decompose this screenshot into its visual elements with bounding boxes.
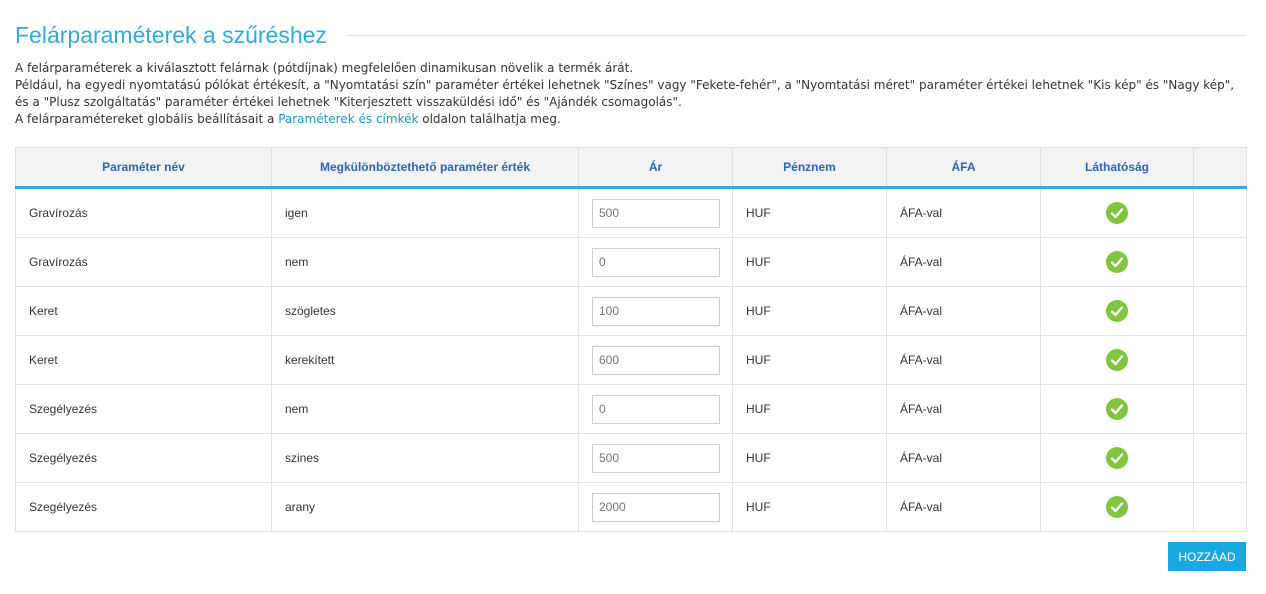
- price-input[interactable]: [592, 492, 720, 522]
- table-row: Szegélyezésnem HUFÁFA-val: [15, 384, 1247, 434]
- parameters-labels-link[interactable]: Paraméterek és címkék: [278, 112, 418, 126]
- visibility-cell: [1040, 433, 1194, 483]
- price-input[interactable]: [592, 345, 720, 375]
- vat: ÁFA-val: [886, 286, 1041, 336]
- description-line-2: Például, ha egyedi nyomtatású pólókat ér…: [15, 78, 1235, 109]
- price-input[interactable]: [592, 394, 720, 424]
- parameter-name: Gravírozás: [15, 187, 272, 238]
- price-input[interactable]: [592, 247, 720, 277]
- description: A felárparaméterek a kiválasztott felárn…: [15, 60, 1251, 128]
- price-cell: [578, 482, 733, 532]
- column-header-extra: [1193, 147, 1247, 189]
- parameter-name: Szegélyezés: [15, 482, 272, 532]
- table-header-row: Paraméter név Megkülönböztethető paramét…: [15, 147, 1247, 189]
- check-circle-icon[interactable]: [1106, 496, 1128, 518]
- column-header-value[interactable]: Megkülönböztethető paraméter érték: [271, 147, 579, 189]
- vat: ÁFA-val: [886, 335, 1041, 385]
- currency: HUF: [732, 237, 887, 287]
- description-line-3: A felárparamétereket globális beállítása…: [15, 111, 1251, 128]
- price-cell: [578, 187, 733, 238]
- visibility-cell: [1040, 237, 1194, 287]
- parameter-value: nem: [271, 237, 579, 287]
- row-extra-cell: [1193, 482, 1247, 532]
- column-header-currency[interactable]: Pénznem: [732, 147, 887, 189]
- parameter-name: Keret: [15, 335, 272, 385]
- title-divider: [346, 34, 1246, 36]
- vat: ÁFA-val: [886, 482, 1041, 532]
- table-body: GravírozásigenHUFÁFA-valGravírozásnemHUF…: [15, 187, 1247, 532]
- surcharge-parameters-table: Paraméter név Megkülönböztethető paramét…: [15, 147, 1247, 532]
- table-row: Gravírozásnem HUFÁFA-val: [15, 237, 1247, 287]
- add-button[interactable]: HOZZÁAD: [1168, 542, 1246, 571]
- currency: HUF: [732, 335, 887, 385]
- page: Felárparaméterek a szűréshez A felárpara…: [0, 0, 1266, 594]
- price-input[interactable]: [592, 198, 720, 228]
- column-header-vat[interactable]: ÁFA: [886, 147, 1041, 189]
- check-circle-icon[interactable]: [1106, 349, 1128, 371]
- visibility-cell: [1040, 286, 1194, 336]
- page-title: Felárparaméterek a szűréshez: [15, 21, 327, 48]
- row-extra-cell: [1193, 335, 1247, 385]
- check-circle-icon[interactable]: [1106, 300, 1128, 322]
- currency: HUF: [732, 187, 887, 238]
- visibility-cell: [1040, 187, 1194, 238]
- row-extra-cell: [1193, 187, 1247, 238]
- visibility-cell: [1040, 482, 1194, 532]
- parameter-value: igen: [271, 187, 579, 238]
- currency: HUF: [732, 482, 887, 532]
- price-cell: [578, 384, 733, 434]
- row-extra-cell: [1193, 286, 1247, 336]
- price-cell: [578, 286, 733, 336]
- vat: ÁFA-val: [886, 433, 1041, 483]
- price-input[interactable]: [592, 443, 720, 473]
- vat: ÁFA-val: [886, 237, 1041, 287]
- visibility-cell: [1040, 384, 1194, 434]
- table-row: Gravírozásigen HUFÁFA-val: [15, 187, 1247, 238]
- check-circle-icon[interactable]: [1106, 202, 1128, 224]
- table-row: Keretkerekített HUFÁFA-val: [15, 335, 1247, 385]
- column-header-visibility[interactable]: Láthatóság: [1040, 147, 1194, 189]
- description-line-1: A felárparaméterek a kiválasztott felárn…: [15, 61, 634, 75]
- price-input[interactable]: [592, 296, 720, 326]
- price-cell: [578, 335, 733, 385]
- parameter-value: arany: [271, 482, 579, 532]
- parameter-value: szines: [271, 433, 579, 483]
- row-extra-cell: [1193, 384, 1247, 434]
- price-cell: [578, 433, 733, 483]
- parameter-value: kerekített: [271, 335, 579, 385]
- check-circle-icon[interactable]: [1106, 398, 1128, 420]
- currency: HUF: [732, 433, 887, 483]
- table-row: Keretszögletes HUFÁFA-val: [15, 286, 1247, 336]
- title-row: Felárparaméterek a szűréshez: [15, 18, 1246, 52]
- table-row: Szegélyezésszines HUFÁFA-val: [15, 433, 1247, 483]
- description-line-3-start: A felárparamétereket globális beállítása…: [15, 112, 279, 126]
- parameter-value: szögletes: [271, 286, 579, 336]
- row-extra-cell: [1193, 237, 1247, 287]
- table-row: Szegélyezésarany HUFÁFA-val: [15, 482, 1247, 532]
- currency: HUF: [732, 286, 887, 336]
- check-circle-icon[interactable]: [1106, 447, 1128, 469]
- visibility-cell: [1040, 335, 1194, 385]
- vat: ÁFA-val: [886, 384, 1041, 434]
- price-cell: [578, 237, 733, 287]
- parameter-value: nem: [271, 384, 579, 434]
- currency: HUF: [732, 384, 887, 434]
- row-extra-cell: [1193, 433, 1247, 483]
- column-header-price[interactable]: Ár: [578, 147, 733, 189]
- column-header-name[interactable]: Paraméter név: [15, 147, 272, 189]
- check-circle-icon[interactable]: [1106, 251, 1128, 273]
- description-line-3-end: oldalon találhatja meg.: [418, 112, 561, 126]
- vat: ÁFA-val: [886, 187, 1041, 238]
- parameter-name: Gravírozás: [15, 237, 272, 287]
- parameter-name: Szegélyezés: [15, 384, 272, 434]
- parameter-name: Szegélyezés: [15, 433, 272, 483]
- parameter-name: Keret: [15, 286, 272, 336]
